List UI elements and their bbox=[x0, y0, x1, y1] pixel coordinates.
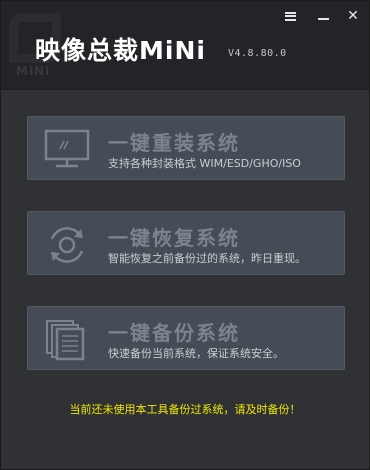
reinstall-title: 一键重装系统 bbox=[108, 131, 240, 155]
close-icon: ✕ bbox=[347, 8, 359, 24]
minimize-button[interactable] bbox=[312, 7, 334, 25]
restore-subtitle: 智能恢复之前备份过的系统，昨日重现。 bbox=[108, 252, 306, 265]
minimize-icon bbox=[317, 18, 329, 20]
hamburger-menu-icon bbox=[284, 11, 296, 21]
title-bar[interactable]: MiNi 映像总裁MiNi V4.8.80.0 ✕ bbox=[1, 1, 369, 90]
backup-subtitle: 快速备份当前系统，保证系统安全。 bbox=[108, 347, 284, 360]
app-window: MiNi 映像总裁MiNi V4.8.80.0 ✕ 一键重装系统 支持各种封装格… bbox=[0, 0, 370, 470]
backup-notice: 当前还未使用本工具备份过系统，请及时备份！ bbox=[69, 403, 301, 416]
restore-system-button[interactable]: 一键恢复系统 智能恢复之前备份过的系统，昨日重现。 bbox=[27, 211, 345, 275]
menu-button[interactable] bbox=[279, 7, 301, 25]
backup-title: 一键备份系统 bbox=[108, 321, 240, 345]
close-button[interactable]: ✕ bbox=[342, 7, 364, 25]
reinstall-subtitle: 支持各种封装格式 WIM/ESD/GHO/ISO bbox=[108, 157, 301, 170]
monitor-icon bbox=[44, 129, 90, 168]
version-label: V4.8.80.0 bbox=[228, 48, 287, 59]
backup-system-button[interactable]: 一键备份系统 快速备份当前系统，保证系统安全。 bbox=[27, 306, 345, 370]
backup-documents-icon bbox=[46, 320, 85, 361]
reinstall-system-button[interactable]: 一键重装系统 支持各种封装格式 WIM/ESD/GHO/ISO bbox=[27, 116, 345, 180]
restore-arrows-icon bbox=[50, 227, 84, 263]
restore-title: 一键恢复系统 bbox=[108, 226, 240, 250]
app-title: 映像总裁MiNi bbox=[35, 36, 206, 65]
